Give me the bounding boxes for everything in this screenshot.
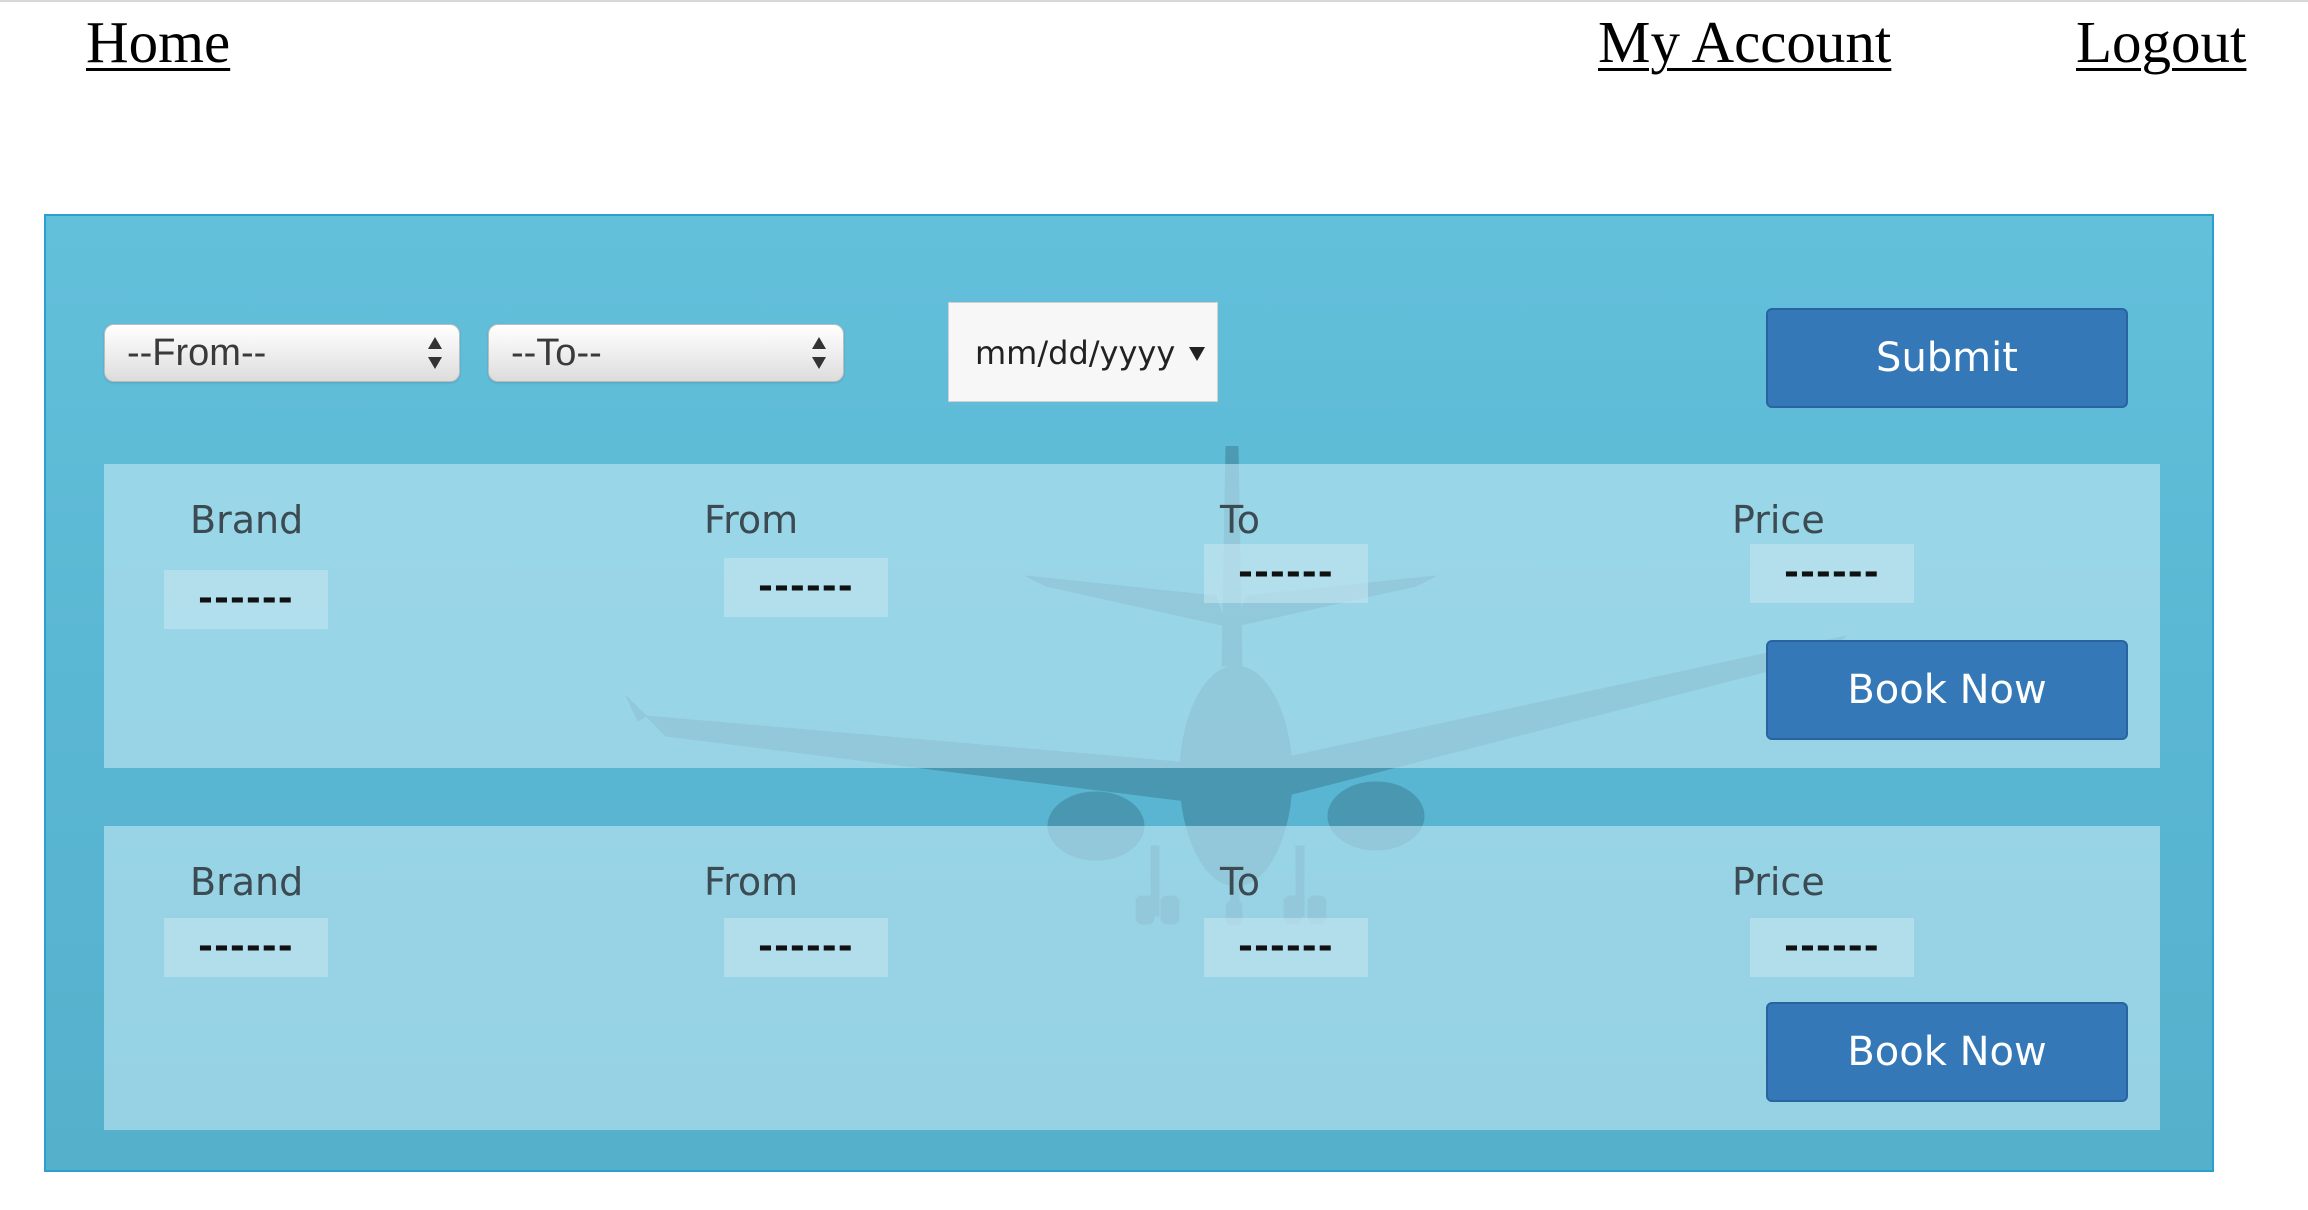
to-value: ------: [1204, 544, 1368, 603]
from-value: ------: [724, 918, 888, 977]
top-border: [0, 0, 2308, 2]
flight-result-card: Brand From To Price ------ ------ ------…: [104, 464, 2160, 768]
nav-home-link[interactable]: Home: [86, 8, 230, 77]
flight-search-panel: --From-- --To-- mm/dd/yyyy Submit Brand …: [44, 214, 2214, 1172]
price-value: ------: [1750, 918, 1914, 977]
price-value: ------: [1750, 544, 1914, 603]
flight-result-card: Brand From To Price ------ ------ ------…: [104, 826, 2160, 1130]
to-select[interactable]: --To--: [488, 324, 844, 382]
price-label: Price: [1732, 498, 1825, 542]
date-input[interactable]: mm/dd/yyyy: [948, 302, 1218, 402]
price-label: Price: [1732, 860, 1825, 904]
to-select-value: --To--: [511, 332, 602, 374]
up-down-arrows-icon: [812, 337, 826, 369]
date-placeholder: mm/dd/yyyy: [975, 334, 1176, 372]
nav-logout-link[interactable]: Logout: [2076, 8, 2246, 77]
brand-label: Brand: [190, 860, 304, 904]
book-now-button[interactable]: Book Now: [1766, 1002, 2128, 1102]
nav-my-account-link[interactable]: My Account: [1598, 8, 1891, 77]
caret-down-icon[interactable]: [1189, 347, 1205, 361]
from-select[interactable]: --From--: [104, 324, 460, 382]
from-value: ------: [724, 558, 888, 617]
to-value: ------: [1204, 918, 1368, 977]
from-label: From: [704, 498, 799, 542]
book-now-button[interactable]: Book Now: [1766, 640, 2128, 740]
to-label: To: [1220, 860, 1261, 904]
submit-button[interactable]: Submit: [1766, 308, 2128, 408]
brand-value: ------: [164, 918, 328, 977]
up-down-arrows-icon: [428, 337, 442, 369]
brand-value: ------: [164, 570, 328, 629]
from-select-value: --From--: [127, 332, 267, 374]
brand-label: Brand: [190, 498, 304, 542]
to-label: To: [1220, 498, 1261, 542]
from-label: From: [704, 860, 799, 904]
